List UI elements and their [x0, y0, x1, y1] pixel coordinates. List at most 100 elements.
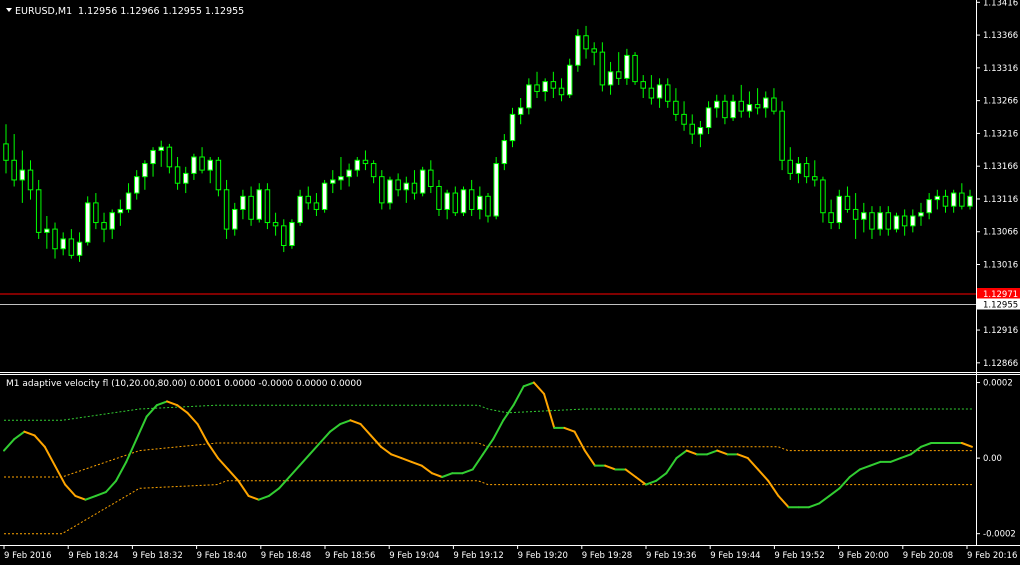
indicator-tick-label: 0.00: [983, 454, 1002, 464]
candle-body: [93, 202, 99, 224]
candle-body: [191, 156, 197, 174]
candle-body: [918, 212, 924, 217]
time-tick-label: 9 Feb 18:32: [132, 551, 182, 561]
candle-body: [362, 159, 369, 165]
candle-body: [844, 195, 851, 210]
candle-body: [566, 64, 573, 96]
symbol-header[interactable]: EURUSD,M1 1.12956 1.12966 1.12955 1.1295…: [6, 6, 244, 17]
price-tick-label: 1.13016: [983, 261, 1018, 271]
candle-body: [673, 100, 679, 115]
candle-body: [289, 222, 295, 246]
candle-body: [550, 81, 557, 89]
candle-body: [852, 208, 859, 220]
price-tick-label: 1.13066: [983, 228, 1018, 238]
ask-price-text: 1.12955: [983, 300, 1018, 310]
candle-body: [305, 195, 312, 204]
candle: [289, 219, 295, 249]
time-tick-label: 9 Feb 18:48: [261, 551, 311, 561]
price-tick-label: 1.12916: [983, 326, 1018, 336]
candle: [84, 196, 91, 246]
candle-body: [411, 182, 418, 194]
time-tick-label: 9 Feb 18:56: [325, 551, 375, 561]
candle-body: [256, 189, 263, 220]
candle: [575, 29, 581, 72]
indicator-title: M1 adaptive velocity fl (10,20.00,80.00)…: [6, 379, 362, 389]
time-tick-label: 9 Feb 20:00: [839, 551, 889, 561]
candle-body: [444, 192, 450, 210]
candle-body: [223, 189, 230, 230]
candle: [779, 101, 785, 171]
candle-body: [142, 163, 148, 178]
price-tick-label: 1.13316: [983, 64, 1018, 74]
candle-body: [542, 81, 548, 92]
price-tick-label: 1.13416: [983, 0, 1018, 8]
candle-body: [877, 212, 883, 230]
candle-body: [101, 222, 107, 230]
candle-body: [583, 35, 589, 50]
candle-body: [419, 169, 426, 194]
candle-body: [182, 172, 189, 184]
candle-body: [199, 156, 205, 171]
candle-body: [485, 195, 491, 217]
candle-body: [321, 182, 328, 210]
candle-body: [632, 54, 638, 83]
candle-body: [861, 212, 867, 220]
time-tick-label: 9 Feb 20:16: [967, 551, 1017, 561]
candle-body: [19, 169, 26, 181]
candle-body: [828, 212, 834, 224]
candle-body: [493, 163, 499, 217]
price-tick-label: 1.13216: [983, 129, 1018, 139]
candle: [893, 212, 900, 233]
candle-body: [240, 195, 246, 210]
candle-body: [771, 97, 777, 112]
candle-body: [697, 127, 704, 135]
candle-body: [746, 104, 753, 112]
candle-body: [44, 228, 50, 233]
candle-body: [722, 100, 728, 119]
candle-body: [959, 192, 965, 207]
candle-body: [125, 192, 132, 210]
candle-body: [174, 166, 181, 184]
candle-body: [60, 238, 66, 250]
candle-body: [558, 87, 565, 96]
candle-body: [664, 84, 671, 102]
time-tick-label: 9 Feb 19:52: [774, 551, 824, 561]
candle-body: [656, 84, 663, 99]
candle-body: [615, 71, 622, 79]
candle-body: [803, 163, 810, 178]
price-tick-label: 1.13366: [983, 31, 1018, 41]
candle-body: [934, 195, 941, 201]
candle-body: [812, 176, 818, 181]
candle: [321, 179, 328, 213]
candle-body: [648, 87, 655, 99]
candle-body: [477, 195, 483, 210]
candle-body: [738, 100, 745, 112]
time-tick-label: 9 Feb 2016: [4, 551, 52, 561]
candle-body: [942, 195, 949, 207]
time-tick-label: 9 Feb 18:24: [68, 551, 118, 561]
candle-body: [150, 149, 156, 165]
candle-body: [354, 159, 361, 171]
candle-body: [166, 146, 173, 168]
candle-body: [158, 146, 164, 151]
candle-body: [820, 179, 826, 214]
candle-body: [215, 159, 222, 191]
candle-body: [713, 100, 720, 109]
trading-chart[interactable]: 1.13416 1.13366 1.13316 1.13266 1.13216 1.131…: [0, 0, 1020, 565]
chart-background: [0, 0, 1020, 565]
candle-body: [869, 212, 875, 230]
candle-body: [395, 179, 401, 191]
candle-body: [591, 48, 597, 53]
indicator-tick-label: -0.0002: [983, 530, 1016, 540]
candle-body: [509, 113, 516, 142]
candle-body: [460, 189, 467, 214]
candle-body: [27, 169, 34, 191]
candle-body: [795, 163, 802, 174]
candle-body: [52, 228, 58, 250]
candle-body: [11, 159, 17, 181]
indicator-tick-label: 0.0002: [983, 379, 1013, 389]
candle: [493, 157, 499, 220]
candle-body: [779, 110, 785, 161]
candle: [632, 52, 638, 85]
candle-body: [68, 238, 75, 256]
